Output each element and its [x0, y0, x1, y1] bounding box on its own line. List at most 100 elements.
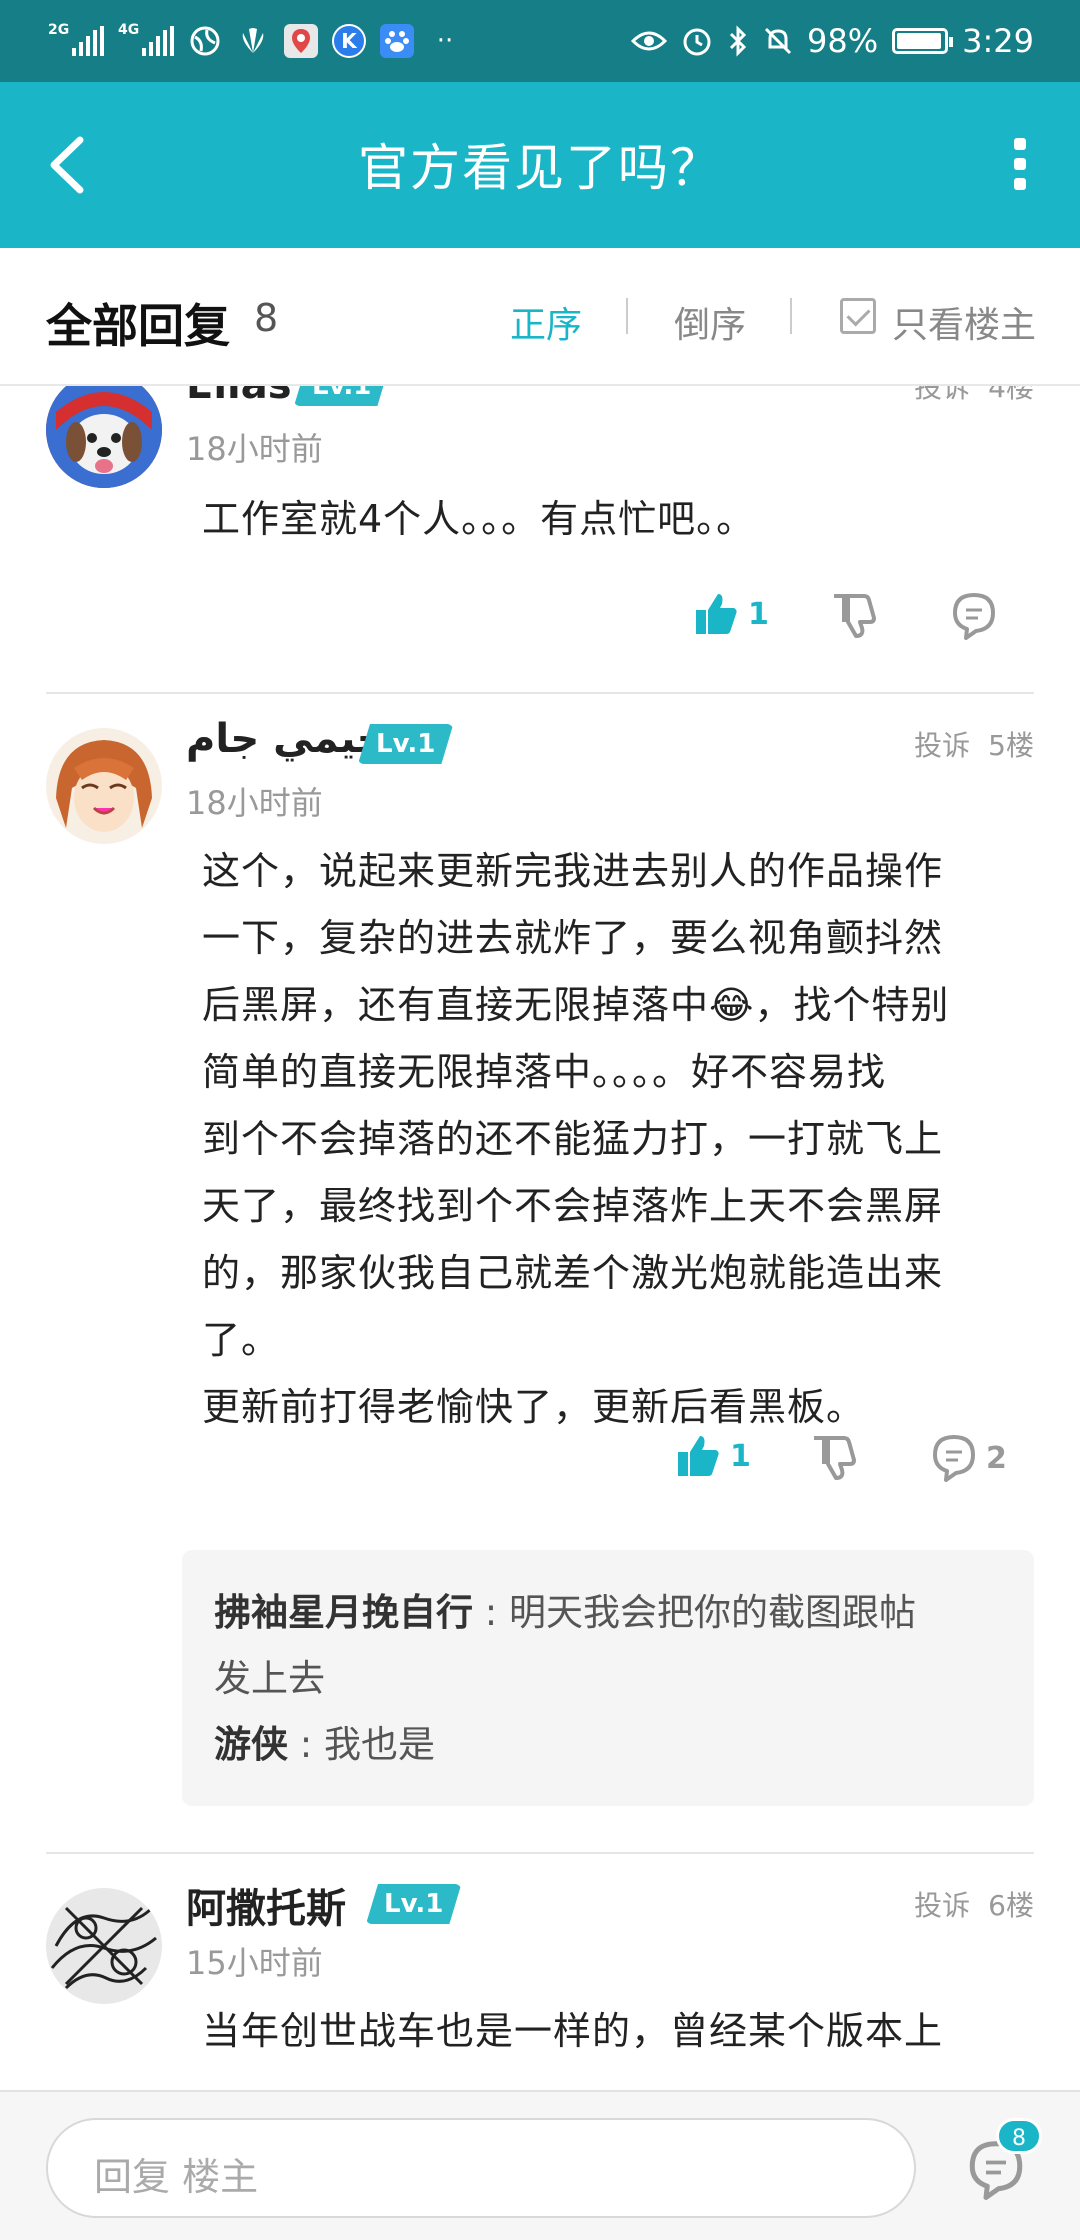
username[interactable]: Elias: [186, 386, 292, 408]
level-badge: Lv.1: [358, 724, 453, 764]
comment-bubble-icon: [953, 593, 995, 640]
network-type-label: 4G: [118, 22, 140, 38]
floor-number: 5楼: [988, 729, 1034, 762]
thumbs-down-icon: [814, 1436, 856, 1480]
sub-reply-text: 发上去: [214, 1657, 325, 1700]
body-line: 到个不会掉落的还不能猛力打，一打就飞上: [202, 1117, 944, 1161]
battery-icon: [892, 28, 954, 54]
body-line: 更新前打得老愉快了，更新后看黑板。: [202, 1385, 866, 1429]
reply-body: 工作室就4个人。。。有点忙吧。。: [202, 497, 756, 541]
sort-bar: 全部回复 8 正序 倒序 只看楼主: [0, 248, 1080, 386]
thumbs-up-icon: [678, 1436, 719, 1476]
comment-count: 2: [986, 1440, 1007, 1476]
reply-actions: 1 2: [0, 1434, 1080, 1504]
reply-body: 这个，说起来更新完我进去别人的作品操作 一下，复杂的进去就炸了，要么视角颤抖然 …: [202, 838, 1022, 1441]
more-menu-button[interactable]: [1000, 134, 1040, 194]
more-notifications-icon: ··: [436, 26, 454, 56]
k-app-icon: K: [332, 24, 366, 58]
reply-item: 阿撒托斯 Lv.1 投诉 6楼 15小时前 当年创世战车也是一样的，曾经某个版本上: [0, 1854, 1080, 2090]
reply-body: 当年创世战车也是一样的，曾经某个版本上: [202, 2009, 944, 2053]
sub-reply-sep: :: [473, 1591, 509, 1634]
sub-reply-user[interactable]: 游侠: [214, 1723, 288, 1766]
more-vert-icon: [1014, 138, 1026, 150]
sub-replies[interactable]: 拂袖星月挽自行 : 明天我会把你的截图跟帖 发上去 游侠 : 我也是: [182, 1550, 1034, 1806]
reply-actions: 1: [0, 592, 1080, 662]
bottom-bar: 回复 楼主 8: [0, 2090, 1080, 2240]
body-line: 天了，最终找到个不会掉落炸上天不会黑屏: [202, 1184, 944, 1228]
signal-4g-icon: 4G: [118, 22, 174, 56]
op-only-label[interactable]: 只看楼主: [892, 296, 1036, 348]
divider: [790, 298, 792, 334]
post-time: 15小时前: [186, 1944, 323, 1982]
body-line: 了。: [202, 1318, 281, 1362]
comment-button[interactable]: [952, 592, 996, 640]
body-line: 简单的直接无限掉落中。。。。好不容易找: [202, 1050, 887, 1094]
floor-number: 6楼: [988, 1889, 1034, 1922]
status-icons-left: 2G 4G K ··: [48, 18, 462, 64]
replies-list[interactable]: Elias Lv.1 投诉 4楼 18小时前 工作室就4个人。。。有点忙吧。。 1: [0, 386, 1080, 2090]
like-button[interactable]: 1: [694, 592, 769, 636]
body-line: 一下，复杂的进去就炸了，要么视角颤抖然: [202, 916, 944, 960]
avatar[interactable]: [46, 728, 162, 844]
avatar[interactable]: [46, 386, 162, 488]
post-time: 18小时前: [186, 784, 323, 822]
sort-descending-tab[interactable]: 倒序: [674, 296, 746, 348]
post-time: 18小时前: [186, 430, 323, 468]
app-bar: 官方看见了吗？: [0, 82, 1080, 248]
comment-bubble-icon: [933, 1435, 975, 1482]
report-link[interactable]: 投诉: [914, 1889, 970, 1922]
like-count: 1: [730, 1438, 751, 1474]
reply-input[interactable]: 回复 楼主: [46, 2118, 916, 2218]
username[interactable]: جيمي جام: [186, 716, 386, 762]
body-line: 这个，说起来更新完我进去别人的作品操作: [202, 849, 944, 893]
dislike-button[interactable]: [812, 1434, 856, 1480]
sub-reply[interactable]: 游侠 : 我也是: [214, 1712, 1002, 1778]
sub-reply-user[interactable]: 拂袖星月挽自行: [214, 1591, 473, 1634]
alarm-icon: [683, 28, 711, 56]
network-type-label: 2G: [48, 22, 70, 38]
status-bar: 2G 4G K ·· 98% 3:29: [0, 0, 1080, 82]
avatar[interactable]: [46, 1888, 162, 2004]
sub-reply-text: 明天我会把你的截图跟帖: [509, 1591, 916, 1634]
report-floor: 投诉 6楼: [896, 1884, 1034, 1924]
reply-count: 8: [254, 296, 279, 340]
maps-app-icon: [284, 24, 318, 58]
sub-reply[interactable]: 拂袖星月挽自行 : 明天我会把你的截图跟帖 发上去: [214, 1580, 1002, 1712]
level-badge: Lv.1: [366, 1884, 461, 1924]
sub-reply-sep: :: [288, 1723, 324, 1766]
globe-icon: [188, 24, 222, 58]
body-line: 的，那家伙我自己就差个激光炮就能造出来: [202, 1251, 944, 1295]
username[interactable]: 阿撒托斯: [186, 1876, 346, 1934]
like-button[interactable]: 1: [676, 1434, 751, 1478]
like-count: 1: [748, 596, 769, 632]
report-link[interactable]: 投诉: [914, 729, 970, 762]
clock: 3:29: [962, 22, 1034, 60]
report-floor: 投诉 4楼: [896, 386, 1034, 406]
thumbs-up-icon: [696, 594, 737, 634]
floor-number: 4楼: [988, 386, 1034, 404]
eye-icon: [631, 31, 668, 51]
huawei-icon: [236, 24, 270, 58]
op-only-checkbox[interactable]: [840, 298, 876, 334]
dislike-button[interactable]: [832, 592, 876, 638]
all-replies-label: 全部回复: [46, 299, 230, 353]
sort-ascending-tab[interactable]: 正序: [510, 296, 582, 348]
level-badge: Lv.1: [294, 386, 389, 406]
page-title: 官方看见了吗？: [358, 139, 722, 197]
sub-reply-text: 我也是: [324, 1723, 435, 1766]
comment-button[interactable]: 2: [932, 1434, 1007, 1482]
bluetooth-icon: [729, 25, 747, 57]
battery-percent: 98%: [807, 22, 879, 60]
body-line: 后黑屏，还有直接无限掉落中😂，找个特别: [202, 983, 950, 1027]
baidu-app-icon: [380, 24, 414, 58]
reply-placeholder: 回复 楼主: [94, 2155, 259, 2199]
comment-count-badge: 8: [996, 2118, 1042, 2154]
reply-item: جيمي جام Lv.1 投诉 5楼 18小时前 这个，说起来更新完我进去别人的…: [0, 694, 1080, 1806]
divider: [626, 298, 628, 334]
mute-bell-icon: [764, 27, 792, 55]
signal-2g-icon: 2G: [48, 22, 104, 56]
thumbs-down-icon: [834, 594, 876, 638]
status-icons-right: 98% 3:29: [631, 18, 1034, 64]
report-floor: 投诉 5楼: [896, 724, 1034, 764]
report-link[interactable]: 投诉: [914, 386, 970, 404]
